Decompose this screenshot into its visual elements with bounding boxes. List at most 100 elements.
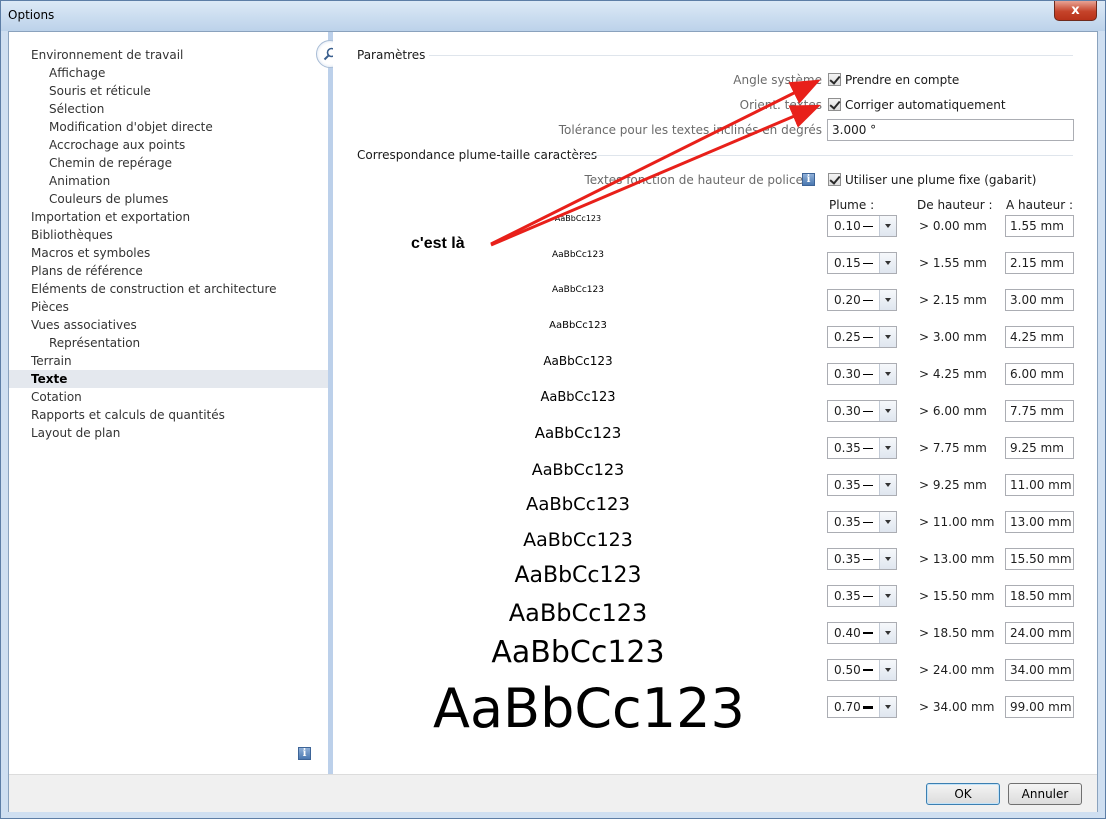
- pen-select[interactable]: 0.10: [827, 215, 897, 237]
- sidebar-item[interactable]: Plans de référence: [9, 262, 329, 280]
- sidebar-item[interactable]: Rapports et calculs de quantités: [9, 406, 329, 424]
- sidebar-item[interactable]: Pièces: [9, 298, 329, 316]
- angle-checkbox-label[interactable]: Prendre en compte: [845, 73, 959, 87]
- to-height-input[interactable]: 15.50 mm: [1005, 548, 1074, 570]
- to-height-input[interactable]: 99.00 mm: [1005, 696, 1074, 718]
- chevron-down-icon[interactable]: [879, 438, 896, 458]
- fixed-pen-checkbox[interactable]: [828, 173, 841, 186]
- pen-line-preview: [863, 522, 873, 523]
- from-height-value: > 2.15 mm: [919, 293, 987, 307]
- sidebar-item[interactable]: Accrochage aux points: [9, 136, 329, 154]
- sidebar-item[interactable]: Animation: [9, 172, 329, 190]
- sidebar-item[interactable]: Terrain: [9, 352, 329, 370]
- to-height-input[interactable]: 7.75 mm: [1005, 400, 1074, 422]
- pen-line-preview: [863, 669, 873, 671]
- pen-value: 0.35: [834, 478, 861, 492]
- sidebar-item[interactable]: Eléments de construction et architecture: [9, 280, 329, 298]
- sidebar-item[interactable]: Représentation: [9, 334, 329, 352]
- to-height-input[interactable]: 9.25 mm: [1005, 437, 1074, 459]
- font-sample: AaBbCc123: [514, 563, 642, 588]
- pen-select[interactable]: 0.35: [827, 585, 897, 607]
- to-height-input[interactable]: 4.25 mm: [1005, 326, 1074, 348]
- to-height-input[interactable]: 2.15 mm: [1005, 252, 1074, 274]
- pen-value: 0.10: [834, 219, 861, 233]
- from-height-value: > 11.00 mm: [919, 515, 995, 529]
- to-height-input[interactable]: 6.00 mm: [1005, 363, 1074, 385]
- from-height-value: > 6.00 mm: [919, 404, 987, 418]
- pen-select[interactable]: 0.25: [827, 326, 897, 348]
- pen-select[interactable]: 0.40: [827, 622, 897, 644]
- pen-select[interactable]: 0.35: [827, 474, 897, 496]
- options-window: Options x Environnement de travail Affich…: [0, 0, 1106, 819]
- to-height-input[interactable]: 34.00 mm: [1005, 659, 1074, 681]
- to-height-input[interactable]: 18.50 mm: [1005, 585, 1074, 607]
- pen-select[interactable]: 0.30: [827, 363, 897, 385]
- close-button[interactable]: x: [1054, 1, 1097, 21]
- info-icon[interactable]: i: [802, 173, 815, 186]
- to-height-input[interactable]: 11.00 mm: [1005, 474, 1074, 496]
- tolerance-input[interactable]: 3.000 °: [827, 119, 1074, 141]
- chevron-down-icon[interactable]: [879, 475, 896, 495]
- angle-checkbox[interactable]: [828, 73, 841, 86]
- pen-value: 0.25: [834, 330, 861, 344]
- to-height-input[interactable]: 24.00 mm: [1005, 622, 1074, 644]
- pen-line-preview: [863, 374, 873, 375]
- chevron-down-icon[interactable]: [879, 549, 896, 569]
- font-sample: AaBbCc123: [531, 460, 625, 479]
- sidebar-item[interactable]: Texte: [9, 370, 329, 388]
- pen-select[interactable]: 0.35: [827, 437, 897, 459]
- chevron-down-icon[interactable]: [879, 512, 896, 532]
- pen-column-header: Plume :: [829, 198, 875, 212]
- pen-select[interactable]: 0.15: [827, 252, 897, 274]
- sidebar-item[interactable]: Modification d'objet directe: [9, 118, 329, 136]
- chevron-down-icon[interactable]: [879, 586, 896, 606]
- chevron-down-icon[interactable]: [879, 364, 896, 384]
- to-height-input[interactable]: 3.00 mm: [1005, 289, 1074, 311]
- font-sample: AaBbCc123: [552, 285, 604, 295]
- sidebar-item[interactable]: Souris et réticule: [9, 82, 329, 100]
- info-icon[interactable]: i: [298, 747, 311, 760]
- sidebar-item[interactable]: Environnement de travail: [9, 46, 329, 64]
- pen-select[interactable]: 0.35: [827, 511, 897, 533]
- ok-button[interactable]: OK: [926, 783, 1000, 805]
- pen-select[interactable]: 0.30: [827, 400, 897, 422]
- sidebar-item[interactable]: Vues associatives: [9, 316, 329, 334]
- pen-select[interactable]: 0.50: [827, 659, 897, 681]
- fixed-pen-checkbox-label[interactable]: Utiliser une plume fixe (gabarit): [845, 173, 1037, 187]
- chevron-down-icon[interactable]: [879, 216, 896, 236]
- sidebar-item[interactable]: Sélection: [9, 100, 329, 118]
- chevron-down-icon[interactable]: [879, 697, 896, 717]
- chevron-down-icon[interactable]: [879, 623, 896, 643]
- chevron-down-icon[interactable]: [879, 401, 896, 421]
- pen-value: 0.35: [834, 515, 861, 529]
- font-height-label: Textes fonction de hauteur de police: [584, 173, 803, 187]
- pen-section-title: Correspondance plume-taille caractères: [357, 148, 598, 162]
- pen-select[interactable]: 0.70: [827, 696, 897, 718]
- pen-select[interactable]: 0.35: [827, 548, 897, 570]
- sidebar-item[interactable]: Cotation: [9, 388, 329, 406]
- pen-value: 0.35: [834, 589, 861, 603]
- chevron-down-icon[interactable]: [879, 660, 896, 680]
- orient-checkbox-label[interactable]: Corriger automatiquement: [845, 98, 1006, 112]
- to-height-input[interactable]: 13.00 mm: [1005, 511, 1074, 533]
- sidebar-item[interactable]: Macros et symboles: [9, 244, 329, 262]
- title-bar[interactable]: Options x: [1, 1, 1105, 31]
- cancel-button[interactable]: Annuler: [1008, 783, 1082, 805]
- sidebar-item[interactable]: Chemin de repérage: [9, 154, 329, 172]
- sidebar-item[interactable]: Importation et exportation: [9, 208, 329, 226]
- sidebar-item[interactable]: Affichage: [9, 64, 329, 82]
- to-height-input[interactable]: 1.55 mm: [1005, 215, 1074, 237]
- pen-line-preview: [863, 706, 873, 709]
- chevron-down-icon[interactable]: [879, 253, 896, 273]
- chevron-down-icon[interactable]: [879, 327, 896, 347]
- pen-select[interactable]: 0.20: [827, 289, 897, 311]
- sidebar-item[interactable]: Bibliothèques: [9, 226, 329, 244]
- params-divider: [429, 55, 1073, 56]
- sidebar-item[interactable]: Layout de plan: [9, 424, 329, 442]
- from-height-value: > 0.00 mm: [919, 219, 987, 233]
- orient-checkbox[interactable]: [828, 98, 841, 111]
- chevron-down-icon[interactable]: [879, 290, 896, 310]
- sidebar-item[interactable]: Couleurs de plumes: [9, 190, 329, 208]
- pen-value: 0.20: [834, 293, 861, 307]
- options-tree: Environnement de travail Affichage Souris …: [9, 46, 329, 442]
